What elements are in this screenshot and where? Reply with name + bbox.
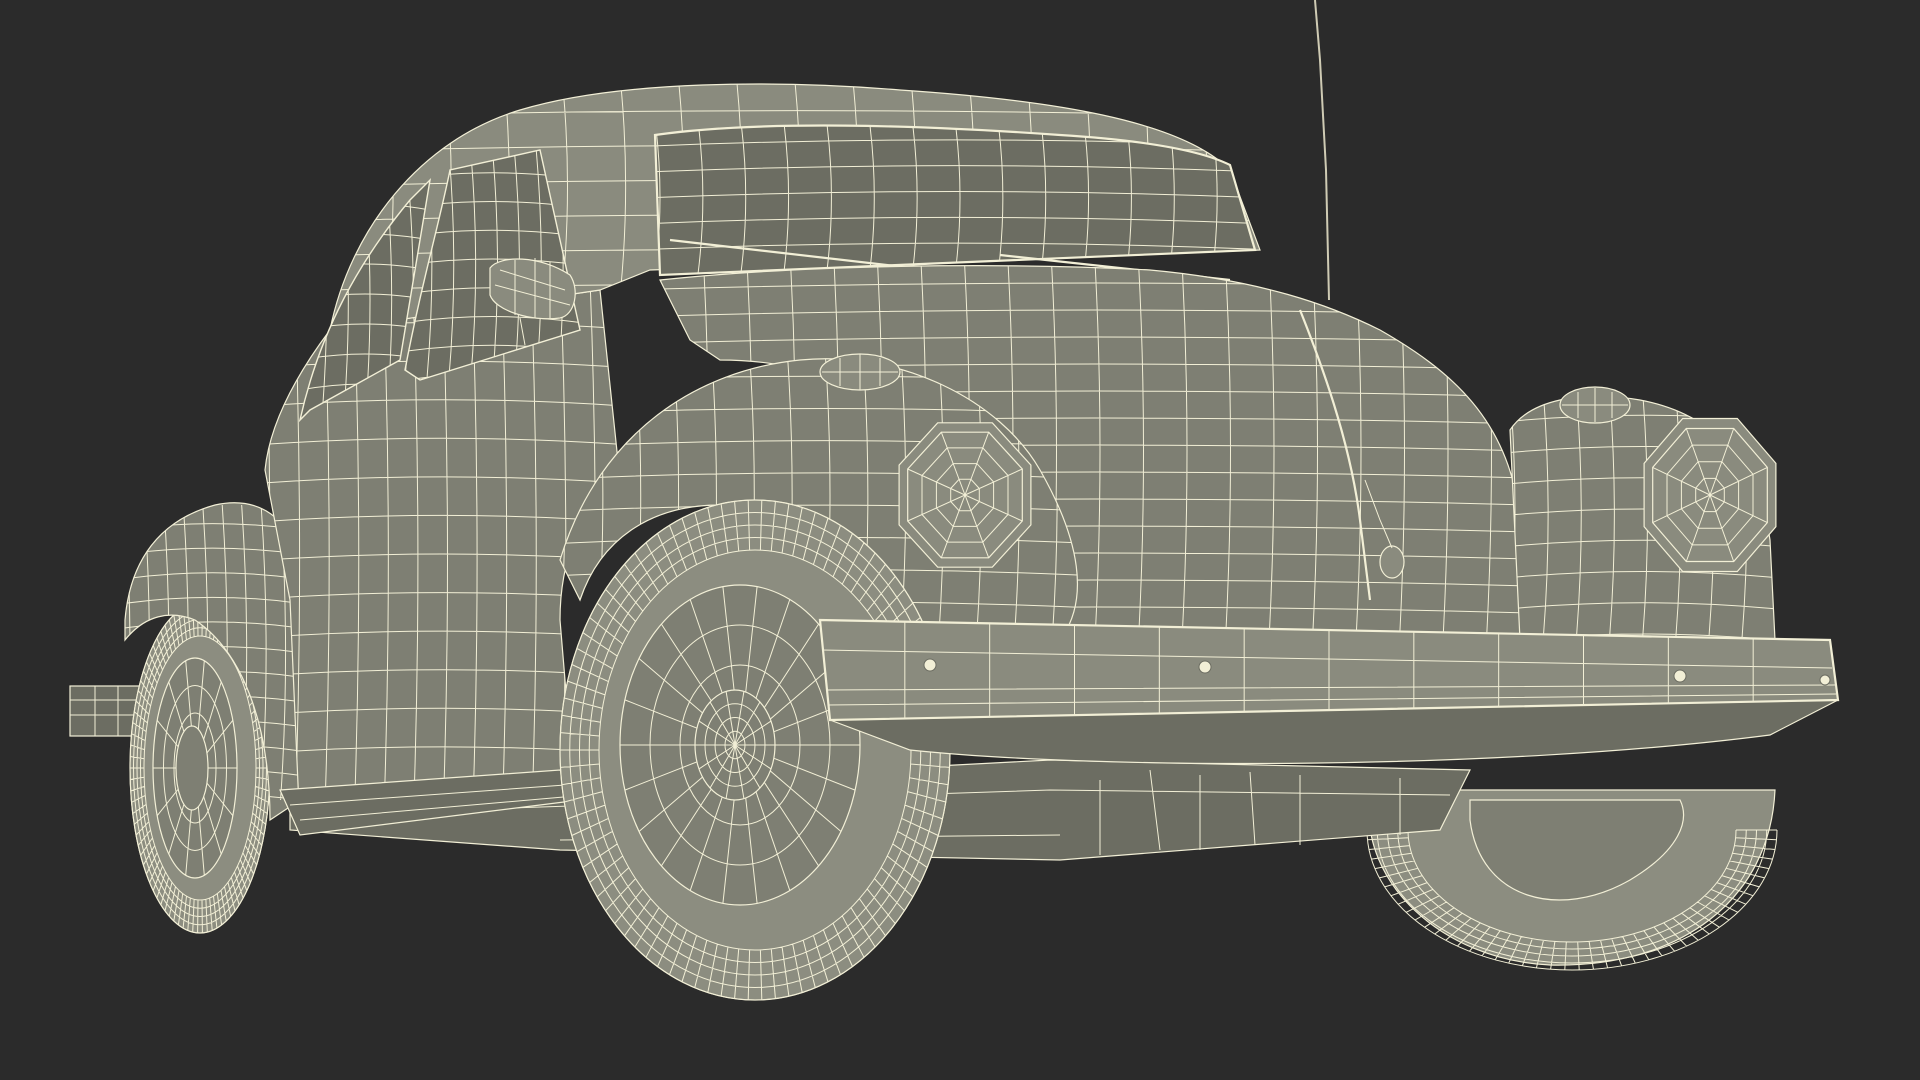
render-viewport [0, 0, 1920, 1080]
headlight-left [898, 422, 1032, 568]
front-left-wheel [559, 499, 951, 1001]
horn-grille-left [819, 353, 901, 391]
headlight-right [1643, 417, 1777, 573]
wireframe-car-render [0, 0, 1920, 1080]
horn-grille-right [1559, 386, 1631, 424]
front-bumper [818, 618, 1840, 765]
rear-bumper [69, 685, 141, 737]
